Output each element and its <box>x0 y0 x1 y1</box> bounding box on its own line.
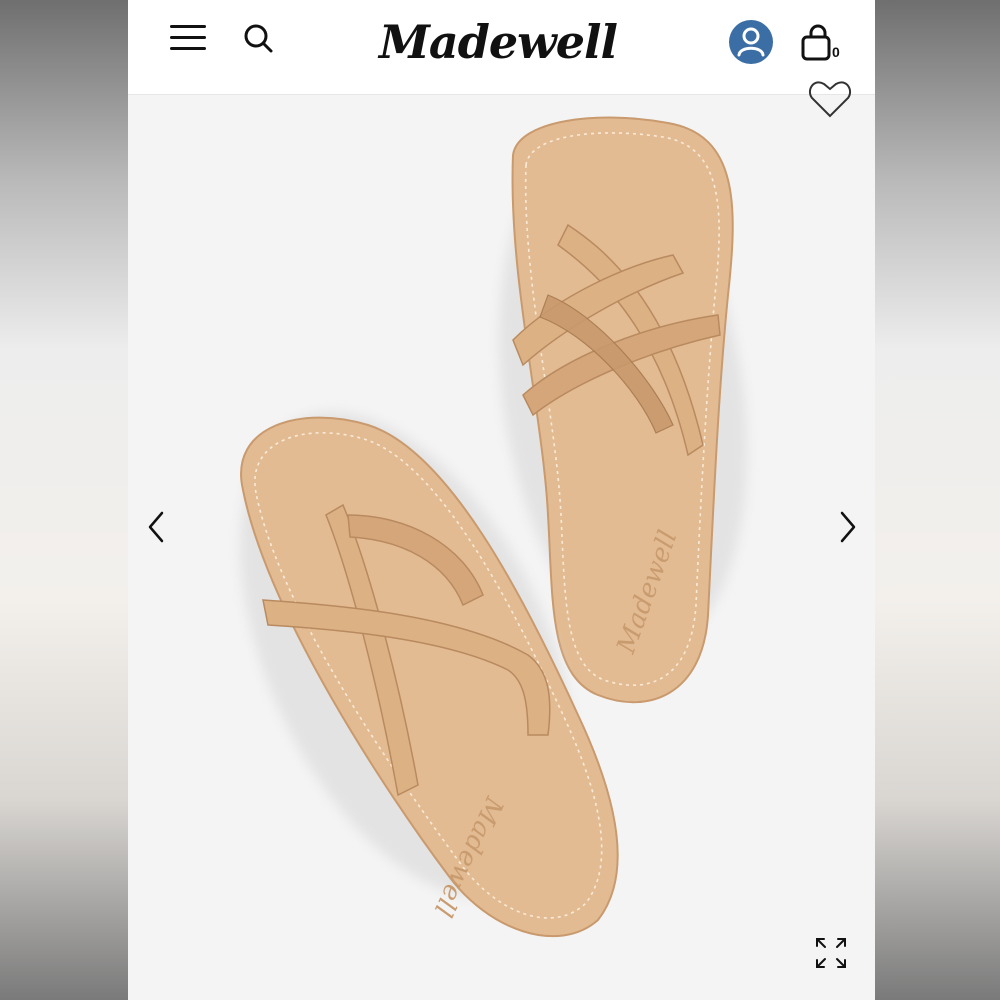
heart-icon[interactable] <box>808 80 852 120</box>
product-image-carousel[interactable]: Madewell Madewell <box>128 95 875 1000</box>
chevron-left-icon[interactable] <box>142 507 172 547</box>
expand-icon[interactable] <box>814 936 848 970</box>
blurred-background-left <box>0 0 128 1000</box>
blurred-background-right <box>875 0 1000 1000</box>
mobile-page: Madewell 0 Madewell Madewell <box>128 0 875 1000</box>
hamburger-menu-icon[interactable] <box>170 22 206 54</box>
madewell-logo[interactable]: Madewell <box>378 12 618 72</box>
shopping-bag-icon[interactable] <box>800 24 836 62</box>
product-image: Madewell Madewell <box>240 116 748 938</box>
site-header: Madewell 0 <box>128 0 875 95</box>
chevron-right-icon[interactable] <box>832 507 862 547</box>
search-icon[interactable] <box>242 22 274 54</box>
bag-count-badge: 0 <box>832 44 840 60</box>
account-icon[interactable] <box>728 19 774 65</box>
